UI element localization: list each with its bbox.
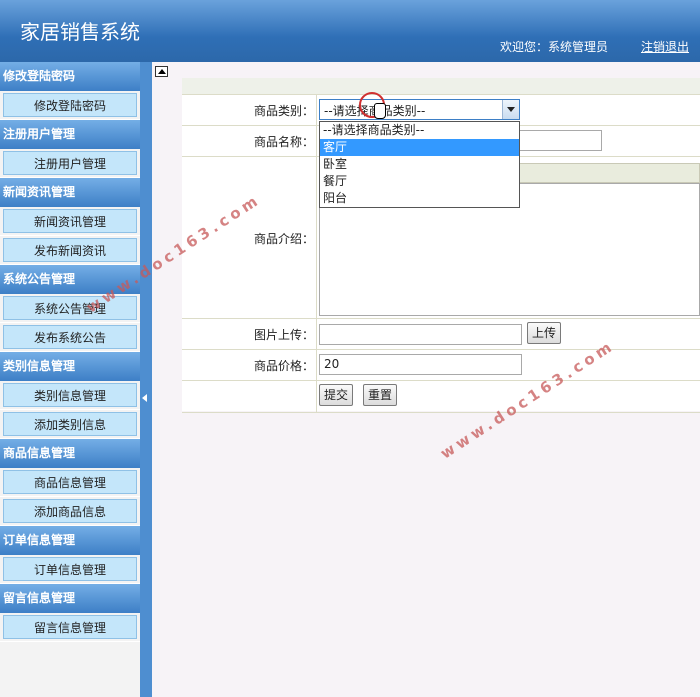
- row-actions: [182, 380, 700, 413]
- category-option[interactable]: 卧室: [320, 156, 519, 173]
- price-input[interactable]: 20: [319, 354, 522, 375]
- welcome-text: 欢迎您：系统管理员: [500, 40, 609, 54]
- category-select[interactable]: --请选择商品类别--: [319, 99, 520, 120]
- category-option[interactable]: 餐厅: [320, 173, 519, 190]
- sidebar: 修改登陆密码 修改登陆密码 注册用户管理 注册用户管理 新闻资讯管理 新闻资讯管…: [0, 62, 140, 697]
- sidebar-item-news-publish[interactable]: 发布新闻资讯: [0, 236, 140, 265]
- category-option-highlighted[interactable]: 客厅: [320, 139, 519, 156]
- collapse-up-icon[interactable]: [155, 66, 168, 77]
- name-input[interactable]: [519, 130, 602, 151]
- category-option[interactable]: 阳台: [320, 190, 519, 207]
- sidebar-item-label[interactable]: 留言信息管理: [3, 615, 137, 639]
- sidebar-item-category-manage[interactable]: 类别信息管理: [0, 381, 140, 410]
- upload-button[interactable]: 上传: [527, 322, 561, 344]
- sidebar-item-label[interactable]: 新闻资讯管理: [3, 209, 137, 233]
- sidebar-item-goods-manage[interactable]: 商品信息管理: [0, 468, 140, 497]
- sidebar-item-change-password[interactable]: 修改登陆密码: [0, 91, 140, 120]
- sidebar-item-news-manage[interactable]: 新闻资讯管理: [0, 207, 140, 236]
- sidebar-group-messages[interactable]: 留言信息管理: [0, 584, 140, 613]
- image-label: 图片上传：: [182, 319, 317, 350]
- sidebar-item-label[interactable]: 发布系统公告: [3, 325, 137, 349]
- sidebar-item-label[interactable]: 类别信息管理: [3, 383, 137, 407]
- category-dropdown[interactable]: --请选择商品类别-- 客厅 卧室 餐厅 阳台: [319, 121, 520, 208]
- sidebar-group-orders[interactable]: 订单信息管理: [0, 526, 140, 555]
- sidebar-group-users[interactable]: 注册用户管理: [0, 120, 140, 149]
- logout-link[interactable]: 注销退出: [641, 38, 689, 55]
- sidebar-group-password[interactable]: 修改登陆密码: [0, 62, 140, 91]
- sidebar-item-label[interactable]: 修改登陆密码: [3, 93, 137, 117]
- sidebar-item-label[interactable]: 注册用户管理: [3, 151, 137, 175]
- sidebar-group-news[interactable]: 新闻资讯管理: [0, 178, 140, 207]
- form-top-band: [182, 78, 700, 94]
- sidebar-item-goods-add[interactable]: 添加商品信息: [0, 497, 140, 526]
- app-title: 家居销售系统: [20, 20, 140, 44]
- sidebar-item-label[interactable]: 发布新闻资讯: [3, 238, 137, 262]
- category-label: 商品类别：: [182, 95, 317, 126]
- sidebar-item-users[interactable]: 注册用户管理: [0, 149, 140, 178]
- app-header: 家居销售系统 欢迎您：系统管理员 注销退出: [0, 0, 700, 62]
- image-path-input[interactable]: [319, 324, 522, 345]
- collapse-left-icon[interactable]: [142, 394, 147, 402]
- sidebar-item-category-add[interactable]: 添加类别信息: [0, 410, 140, 439]
- category-option[interactable]: --请选择商品类别--: [320, 122, 519, 139]
- reset-button[interactable]: 重置: [363, 384, 397, 406]
- sidebar-group-category[interactable]: 类别信息管理: [0, 352, 140, 381]
- sidebar-item-orders[interactable]: 订单信息管理: [0, 555, 140, 584]
- sidebar-group-goods[interactable]: 商品信息管理: [0, 439, 140, 468]
- name-label: 商品名称：: [182, 126, 317, 157]
- sidebar-item-notice-publish[interactable]: 发布系统公告: [0, 323, 140, 352]
- sidebar-splitter[interactable]: [140, 62, 152, 697]
- sidebar-item-label[interactable]: 订单信息管理: [3, 557, 137, 581]
- actions-label-cell: [182, 381, 317, 412]
- hand-cursor-icon: [374, 103, 386, 119]
- sidebar-item-label[interactable]: 商品信息管理: [3, 470, 137, 494]
- chevron-down-icon[interactable]: [502, 100, 519, 119]
- price-label: 商品价格：: [182, 350, 317, 381]
- sidebar-item-label[interactable]: 添加商品信息: [3, 499, 137, 523]
- sidebar-item-messages[interactable]: 留言信息管理: [0, 613, 140, 642]
- sidebar-item-label[interactable]: 添加类别信息: [3, 412, 137, 436]
- submit-button[interactable]: 提交: [319, 384, 353, 406]
